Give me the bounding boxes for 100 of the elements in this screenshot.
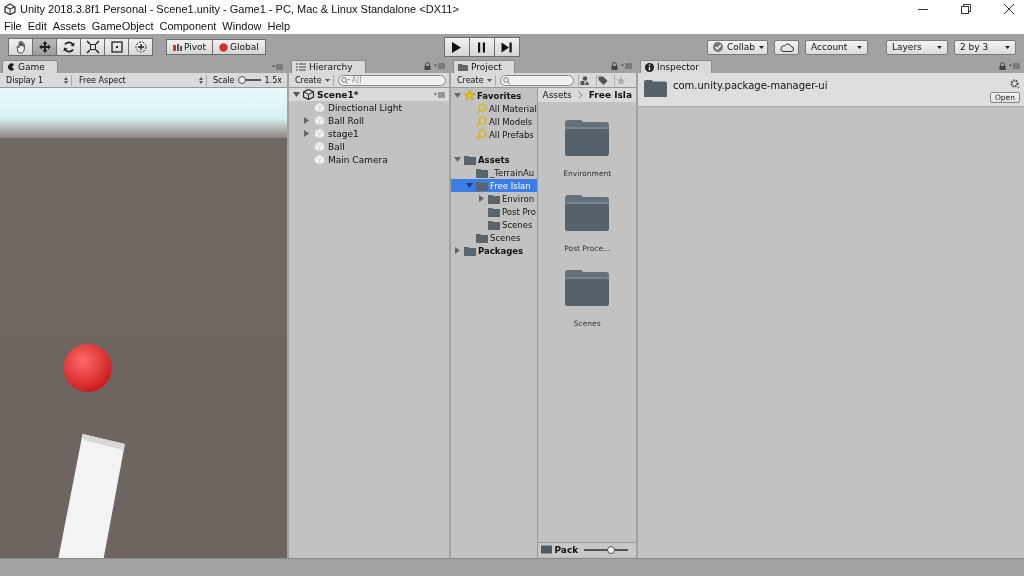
layers-dropdown[interactable]: Layers (886, 39, 948, 55)
panel-tab[interactable]: Game (2, 60, 58, 73)
create-dropdown[interactable]: Create (454, 74, 496, 86)
breadcrumb-item[interactable]: Assets (542, 90, 572, 100)
cube-icon (314, 128, 325, 139)
tree-item[interactable]: Scenes (451, 231, 538, 244)
menu-item[interactable]: Window (222, 19, 262, 32)
search-field[interactable]: All (337, 74, 446, 86)
menu-item[interactable]: Component (159, 19, 217, 32)
hierarchy-item[interactable]: stage1 (289, 127, 449, 140)
cube-icon (314, 154, 325, 165)
tool-button[interactable] (32, 38, 57, 56)
folder-icon (564, 269, 611, 307)
scale-value: 1.5x (264, 75, 282, 85)
list-icon (296, 63, 306, 71)
play-button[interactable] (443, 37, 470, 57)
tool-button[interactable] (56, 38, 81, 56)
tool-button[interactable] (8, 38, 33, 56)
cube-icon (314, 141, 325, 152)
panel-menu-icon (1009, 63, 1020, 69)
updown-icon (64, 76, 68, 84)
global-button[interactable]: Global (212, 39, 266, 55)
hierarchy-item[interactable]: Ball (289, 140, 449, 153)
breadcrumb-item[interactable]: Free Isla (588, 90, 632, 100)
menu-item[interactable]: Help (267, 19, 291, 32)
expand-arrow-icon (293, 91, 300, 98)
caret-icon (759, 45, 765, 49)
lock-icon (611, 62, 618, 70)
play-icon (450, 40, 464, 54)
pivot-icon (173, 42, 182, 52)
unity-scene-icon (303, 89, 314, 100)
account-dropdown[interactable]: Account (805, 39, 868, 55)
tree-item[interactable]: Packages (451, 244, 538, 257)
create-dropdown[interactable]: Create (292, 74, 334, 86)
menu-item[interactable]: Edit (27, 19, 47, 32)
tree-item[interactable]: All Models (451, 115, 538, 128)
caret-icon (324, 78, 330, 82)
star-icon (616, 75, 627, 85)
folder-icon (644, 80, 667, 97)
hierarchy-item[interactable]: Directional Light (289, 101, 449, 114)
hierarchy-item[interactable]: Ball Roll (289, 114, 449, 127)
step-button[interactable] (493, 37, 520, 57)
layout-dropdown[interactable]: 2 by 3 (954, 39, 1016, 55)
scale-icon (85, 40, 100, 54)
filter-label-button[interactable] (595, 74, 610, 86)
move-icon (37, 40, 52, 54)
tree-item[interactable]: Environ (451, 192, 538, 205)
tree-item[interactable]: Scenes (451, 218, 538, 231)
tree-item[interactable]: Assets (451, 153, 538, 166)
panel-menu-icon (434, 91, 445, 98)
tree-item[interactable]: All Material (451, 102, 538, 115)
menu-item[interactable]: Assets (52, 19, 86, 32)
panel-menu-icon (621, 63, 632, 69)
slider-thumb[interactable] (606, 545, 615, 554)
panel-menu-icon (434, 63, 445, 69)
shapes-icon (580, 75, 591, 85)
folder-icon (476, 180, 488, 191)
gear-icon (1010, 79, 1020, 89)
display-dropdown[interactable]: Display 1 (3, 74, 72, 86)
filter-type-button[interactable] (577, 74, 592, 86)
folder-icon (464, 245, 476, 256)
tree-item[interactable]: Free Islan (451, 179, 538, 192)
collab-dropdown[interactable]: Collab (707, 39, 768, 55)
search-icon (340, 76, 350, 85)
info-icon (645, 62, 654, 72)
tree-item[interactable]: All Prefabs (451, 128, 538, 141)
panel-tab[interactable]: Hierarchy (291, 60, 366, 73)
selected-asset-label: Pack (554, 544, 579, 555)
hierarchy-item[interactable]: Main Camera (289, 153, 449, 166)
lock-icon (999, 62, 1006, 70)
pivot-button[interactable]: Pivot (166, 39, 214, 55)
cloud-button[interactable] (774, 39, 799, 55)
pause-button[interactable] (468, 37, 495, 57)
scale-slider[interactable] (238, 76, 261, 84)
tree-item[interactable]: _TerrainAu (451, 166, 538, 179)
folder-icon (458, 63, 468, 71)
tree-item[interactable]: Favorites (451, 89, 538, 102)
aspect-dropdown[interactable]: Free Aspect (76, 74, 207, 86)
hand-icon (13, 40, 28, 54)
updown-icon (199, 76, 203, 84)
window-title: Unity 2018.3.8f1 Personal - Scene1.unity - Game1 - PC, Mac & Linux Standalone <DX11> (20, 2, 460, 15)
tool-button[interactable] (128, 38, 153, 56)
tool-button[interactable] (80, 38, 105, 56)
folder-icon (564, 194, 611, 232)
menu-item[interactable]: File (4, 19, 22, 32)
check-circle-icon (713, 42, 723, 52)
search-icon (502, 76, 512, 85)
folder-icon (464, 154, 476, 165)
search-field[interactable] (499, 74, 574, 86)
caret-icon (937, 45, 942, 49)
tree-item[interactable]: Post Pro (451, 205, 538, 218)
menu-item[interactable]: GameObject (91, 19, 154, 32)
panel-tab[interactable]: Inspector (640, 60, 712, 73)
folder-icon (476, 232, 488, 243)
panel-tab[interactable]: Project (453, 60, 515, 73)
globe-icon (219, 42, 229, 52)
lock-icon (424, 62, 431, 70)
rect-tool-icon (109, 40, 124, 54)
slider-thumb[interactable] (237, 76, 246, 84)
restore-icon (961, 3, 971, 14)
